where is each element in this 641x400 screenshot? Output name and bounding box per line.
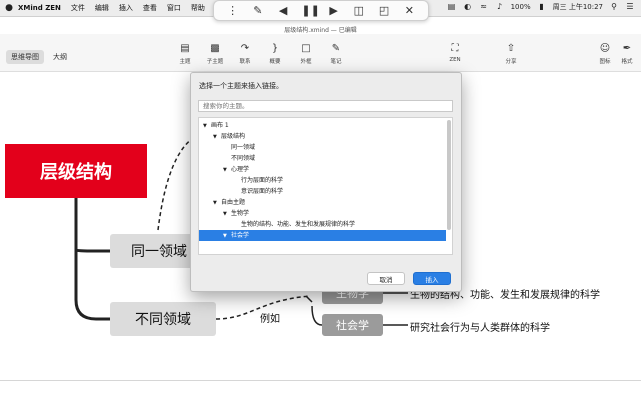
tree-item[interactable]: 不同领域	[199, 153, 446, 164]
link-topic-dialog: 选择一个主题来插入链接。 ▼画布 1 ▼层级结构 同一领域 不同领域 ▼心理学 …	[190, 72, 462, 292]
tree-item[interactable]: 行为层面的科学	[199, 175, 446, 186]
tree-item[interactable]: ▼ 自由主题	[199, 197, 446, 208]
tree-item[interactable]: ▼ 画布 1	[199, 120, 446, 131]
topic-different-field[interactable]: 不同领域	[110, 302, 216, 336]
tree-item-selected[interactable]: ▼ 社会学	[199, 230, 446, 241]
root-topic[interactable]: 层级结构	[5, 144, 147, 198]
relationship-label[interactable]: 例如	[258, 310, 282, 325]
cancel-button[interactable]: 取消	[367, 272, 405, 285]
bottom-divider	[0, 380, 641, 381]
tree-item[interactable]: ▼ 层级结构	[199, 131, 446, 142]
topic-tree: ▼ 画布 1 ▼ 层级结构 同一领域 不同领域 ▼ 心理学 行为层面的科学 意识层面的…	[198, 117, 453, 255]
sociology-description[interactable]: 研究社会行为与人类群体的科学	[410, 319, 550, 334]
insert-button[interactable]: 插入	[413, 272, 451, 285]
tree-scrollbar[interactable]	[447, 120, 451, 230]
subtopic-sociology[interactable]: 社会学	[322, 314, 383, 336]
tree-item[interactable]: ▼ 心理学	[199, 164, 446, 175]
tree-item[interactable]: 同一领域	[199, 142, 446, 153]
tree-item[interactable]: 生物的结构、功能、发生和发展规律的科学	[199, 219, 446, 230]
tree-item[interactable]: 意识层面的科学	[199, 186, 446, 197]
tree-item[interactable]: ▼ 生物学	[199, 208, 446, 219]
dialog-prompt: 选择一个主题来插入链接。	[199, 82, 283, 90]
expand-triangle-icon[interactable]: ▼	[223, 231, 231, 242]
topic-search-input[interactable]	[198, 100, 453, 112]
